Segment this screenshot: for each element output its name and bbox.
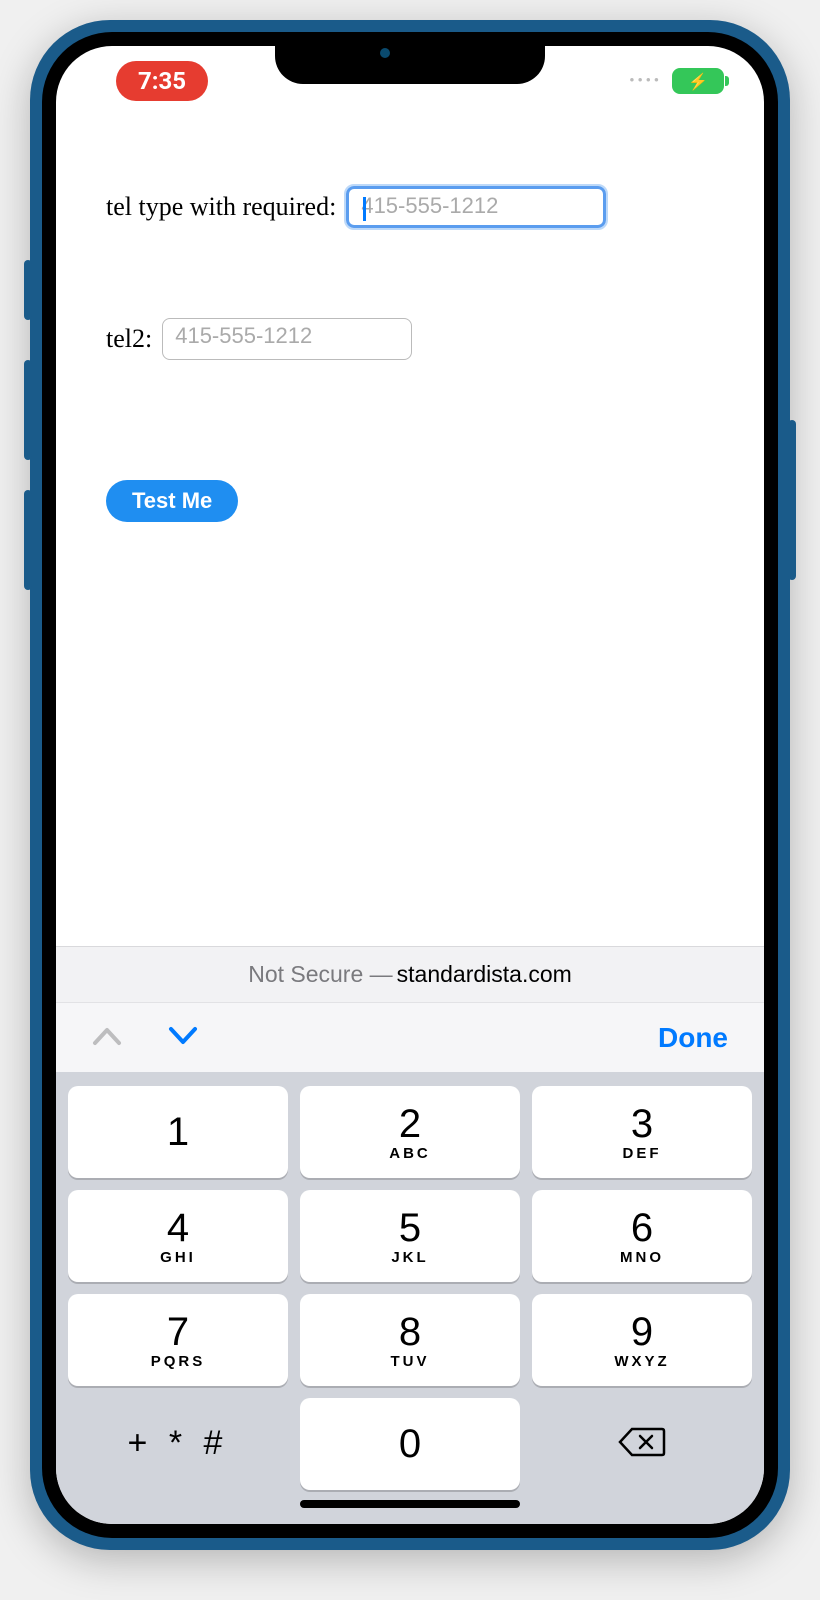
next-field-button[interactable]	[168, 1021, 198, 1055]
tel2-label: tel2:	[106, 324, 152, 354]
not-secure-label: Not Secure —	[248, 961, 392, 988]
status-time-recording-pill[interactable]: 7:35	[116, 61, 208, 101]
test-me-button[interactable]: Test Me	[106, 480, 238, 522]
keyboard-done-button[interactable]: Done	[658, 1022, 728, 1054]
power-button[interactable]	[788, 420, 796, 580]
screen: 7:35 •••• ⚡ tel type with required: 415-…	[56, 46, 764, 1524]
keypad-symbols[interactable]: + * #	[68, 1398, 288, 1490]
keypad-3[interactable]: 3DEF	[532, 1086, 752, 1178]
keypad-5[interactable]: 5JKL	[300, 1190, 520, 1282]
browser-url-bar[interactable]: Not Secure — standardista.com	[56, 946, 764, 1002]
keypad-1[interactable]: 1	[68, 1086, 288, 1178]
url-domain: standardista.com	[397, 961, 572, 988]
phone-frame: 7:35 •••• ⚡ tel type with required: 415-…	[30, 20, 790, 1550]
backspace-icon	[618, 1425, 666, 1464]
keypad-7[interactable]: 7PQRS	[68, 1294, 288, 1386]
keypad-9[interactable]: 9WXYZ	[532, 1294, 752, 1386]
volume-up-button[interactable]	[24, 360, 32, 460]
page-content: tel type with required: 415-555-1212 tel…	[56, 116, 764, 946]
keypad-8[interactable]: 8TUV	[300, 1294, 520, 1386]
previous-field-button	[92, 1021, 122, 1055]
phone-bezel: 7:35 •••• ⚡ tel type with required: 415-…	[42, 32, 778, 1538]
silence-switch[interactable]	[24, 260, 32, 320]
tel2-input[interactable]: 415-555-1212	[162, 318, 412, 360]
home-indicator[interactable]	[300, 1500, 520, 1508]
tel1-label: tel type with required:	[106, 192, 336, 222]
keypad-2[interactable]: 2ABC	[300, 1086, 520, 1178]
notch	[275, 32, 545, 84]
keypad-delete[interactable]	[532, 1398, 752, 1490]
tel1-input[interactable]: 415-555-1212	[346, 186, 606, 228]
numeric-keypad: 1 2ABC 3DEF 4GHI 5JKL 6MNO 7PQRS 8TUV 9W…	[56, 1072, 764, 1524]
keypad-6[interactable]: 6MNO	[532, 1190, 752, 1282]
battery-charging-icon: ⚡	[672, 68, 724, 94]
keypad-0[interactable]: 0	[300, 1398, 520, 1490]
signal-dots-icon: ••••	[629, 73, 662, 89]
keyboard-accessory-bar: Done	[56, 1002, 764, 1072]
volume-down-button[interactable]	[24, 490, 32, 590]
keypad-4[interactable]: 4GHI	[68, 1190, 288, 1282]
